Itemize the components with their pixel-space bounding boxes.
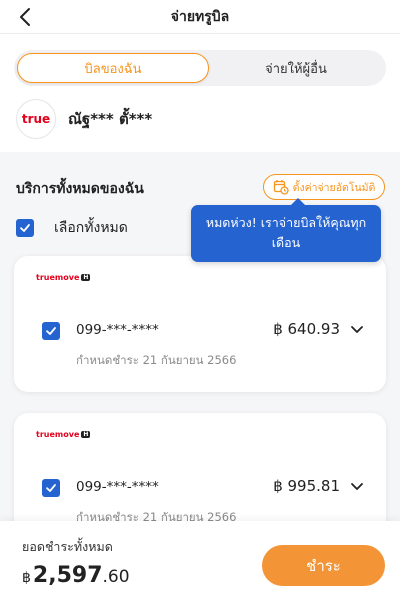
payment-footer: ยอดชำระทั้งหมด ฿ 2,597 .60 ชำระ	[0, 521, 400, 600]
select-all-checkbox[interactable]: เลือกทั้งหมด	[16, 217, 128, 239]
total-currency: ฿	[22, 570, 31, 586]
total-amount-decimal: .60	[102, 567, 130, 587]
services-title: บริการทั้งหมดของฉัน	[16, 181, 144, 197]
brand-text: truemove	[36, 430, 80, 439]
back-arrow-icon[interactable]	[14, 5, 38, 29]
autopay-tooltip: หมดห่วง! เราจ่ายบิลให้คุณทุกเดือน	[191, 198, 381, 262]
brand-text: truemove	[36, 273, 80, 282]
tab-my-bills[interactable]: บิลของฉัน	[17, 53, 209, 83]
truemove-h-logo: truemove H	[36, 430, 91, 439]
autopay-button[interactable]: ตั้งค่าจ่ายอัตโนมัติ	[263, 174, 385, 200]
bill-amount: ฿ 995.81	[273, 477, 340, 495]
tab-pay-for-others[interactable]: จ่ายให้ผู้อื่น	[209, 53, 383, 83]
bill-checkbox-checked-icon[interactable]	[42, 479, 60, 497]
bill-phone-number: 099-***-****	[76, 322, 159, 338]
pay-button[interactable]: ชำระ	[262, 545, 385, 586]
top-section: บิลของฉัน จ่ายให้ผู้อื่น true ณัฐ*** ตั้…	[0, 34, 400, 152]
true-logo: true	[16, 99, 56, 139]
chevron-down-icon[interactable]	[350, 325, 364, 335]
account-name: ณัฐ*** ตั้***	[68, 110, 153, 128]
bill-checkbox-checked-icon[interactable]	[42, 322, 60, 340]
total-amount-main: 2,597	[32, 563, 103, 588]
total-amount: ฿ 2,597 .60	[22, 563, 130, 588]
total-label: ยอดชำระทั้งหมด	[22, 539, 113, 554]
calendar-clock-icon	[273, 180, 289, 195]
bill-phone-number: 099-***-****	[76, 479, 159, 495]
page-title: จ่ายทรูบิล	[170, 8, 230, 25]
brand-badge: H	[81, 274, 91, 281]
bill-amount: ฿ 640.93	[273, 320, 340, 338]
pay-bill-screen: จ่ายทรูบิล บิลของฉัน จ่ายให้ผู้อื่น true…	[0, 0, 400, 600]
account-row: true ณัฐ*** ตั้***	[16, 99, 152, 139]
app-header: จ่ายทรูบิล	[0, 0, 400, 34]
autopay-label: ตั้งค่าจ่ายอัตโนมัติ	[292, 181, 376, 194]
chevron-down-icon[interactable]	[350, 482, 364, 492]
bill-type-tabs: บิลของฉัน จ่ายให้ผู้อื่น	[14, 50, 386, 86]
checkbox-checked-icon[interactable]	[16, 219, 34, 237]
brand-badge: H	[81, 431, 91, 438]
select-all-label: เลือกทั้งหมด	[54, 220, 128, 236]
truemove-h-logo: truemove H	[36, 273, 91, 282]
bill-card: truemove H 099-***-**** กำหนดชำระ 21 กัน…	[14, 256, 386, 392]
bill-due-date: กำหนดชำระ 21 กันยายน 2566	[76, 353, 237, 367]
